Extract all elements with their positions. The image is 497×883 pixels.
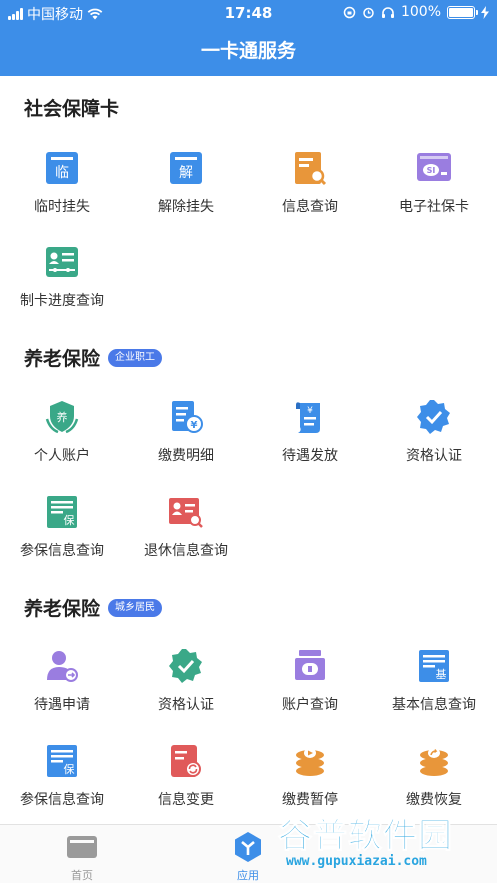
insured-info-query-icon: 保 [47,745,77,777]
home-card-icon [67,836,97,858]
orientation-lock-icon [343,6,356,18]
item-retirement-info-query[interactable]: 退休信息查询 [124,494,248,560]
item-label: 电子社保卡 [399,199,469,215]
item-electronic-social-security-card[interactable]: SI 电子社保卡 [372,150,496,216]
info-change-icon [171,745,201,777]
page-title: 一卡通服务 [200,40,296,62]
item-temporary-loss-report[interactable]: 临 临时挂失 [0,150,124,216]
item-qualification-certification[interactable]: 资格认证 [372,399,496,465]
watermark-text: 谷普软件园 [278,816,453,857]
cancel-loss-report-icon: 解 [170,152,202,184]
item-qualification-certification[interactable]: 资格认证 [124,648,248,714]
tab-label: 首页 [71,869,93,882]
section-title-text: 养老保险 [24,598,101,620]
qualification-certification-icon [417,400,450,434]
payment-details-icon: ¥ [172,401,203,433]
item-label: 资格认证 [406,448,462,464]
battery-icon [447,5,478,19]
apps-icon [235,832,261,862]
section-title-text: 社会保障卡 [24,98,120,120]
insured-info-query-icon: 保 [47,496,77,528]
svg-text:解: 解 [179,165,193,181]
basic-info-query-icon: 基 [419,650,449,682]
section-tag: 企业职工 [108,348,163,367]
item-account-query[interactable]: 账户查询 [248,648,372,714]
section-title-text: 养老保险 [24,348,101,370]
item-label: 参保信息查询 [20,543,104,559]
item-label: 参保信息查询 [20,792,104,808]
item-label: 基本信息查询 [392,697,476,713]
svg-text:SI: SI [427,166,436,175]
page-header: 一卡通服务 [0,26,497,76]
item-info-change[interactable]: 信息变更 [124,743,248,809]
account-query-icon [295,650,325,680]
item-label: 账户查询 [282,697,338,713]
item-label: 个人账户 [34,448,90,464]
battery-percent: 100% [400,4,441,20]
section-title-social-security-card: 社会保障卡 [24,94,119,121]
svg-text:¥: ¥ [307,406,313,416]
item-basic-info-query[interactable]: 基 基本信息查询 [372,648,496,714]
payment-suspend-icon [296,748,324,776]
item-payment-suspend[interactable]: 缴费暂停 [248,743,372,809]
item-label: 缴费恢复 [406,792,462,808]
item-label: 缴费暂停 [282,792,338,808]
item-label: 待遇发放 [282,448,338,464]
item-label: 临时挂失 [34,199,90,215]
info-query-icon [295,152,327,186]
item-payment-resume[interactable]: 缴费恢复 [372,743,496,809]
item-label: 退休信息查询 [144,543,228,559]
item-label: 解除挂失 [158,199,214,215]
item-info-query[interactable]: 信息查询 [248,150,372,216]
watermark-url: www.gupuxiazai.com [286,854,427,869]
watermark: 谷普软件园 www.gupuxiazai.com [272,808,492,880]
benefit-payment-icon: ¥ [296,402,320,433]
item-insured-info-query[interactable]: 保 参保信息查询 [0,743,124,809]
status-bar: 中国移动 17:48 100% [0,0,497,26]
temporary-loss-report-icon: 临 [46,152,78,184]
item-cancel-loss-report[interactable]: 解 解除挂失 [124,150,248,216]
svg-text:保: 保 [64,762,75,776]
card-progress-query-icon [46,247,78,277]
item-label: 信息变更 [158,792,214,808]
svg-text:¥: ¥ [191,420,198,431]
svg-text:临: 临 [55,165,69,181]
section-tag: 城乡居民 [108,598,163,617]
item-payment-details[interactable]: ¥ 缴费明细 [124,399,248,465]
item-label: 缴费明细 [158,448,214,464]
section-title-pension-enterprise: 养老保险 企业职工 [24,344,163,371]
alarm-icon [363,7,374,18]
electronic-social-security-card-icon: SI [417,153,451,181]
retirement-info-query-icon [169,498,203,528]
item-benefit-application[interactable]: 待遇申请 [0,648,124,714]
charging-icon [481,5,489,19]
item-benefit-payment[interactable]: ¥ 待遇发放 [248,399,372,465]
item-insured-info-query[interactable]: 保 参保信息查询 [0,494,124,560]
item-label: 资格认证 [158,697,214,713]
service-list: 社会保障卡 临 临时挂失 解 解除挂失 信息查询 SI 电子社保卡 制卡进度查询… [0,76,497,824]
payment-resume-icon [420,748,448,776]
item-label: 信息查询 [282,199,338,215]
svg-text:保: 保 [64,513,75,527]
item-label: 制卡进度查询 [20,293,104,309]
item-label: 待遇申请 [34,697,90,713]
benefit-application-icon [47,651,78,682]
qualification-certification-icon [169,649,202,683]
item-personal-account[interactable]: 养 个人账户 [0,399,124,465]
headphones-icon [381,6,394,18]
svg-text:基: 基 [436,668,447,681]
item-card-progress-query[interactable]: 制卡进度查询 [0,244,124,310]
personal-account-icon: 养 [45,401,79,434]
tab-home[interactable]: 首页 [20,831,144,883]
svg-text:养: 养 [57,410,68,424]
section-title-pension-urban-rural: 养老保险 城乡居民 [24,594,163,621]
